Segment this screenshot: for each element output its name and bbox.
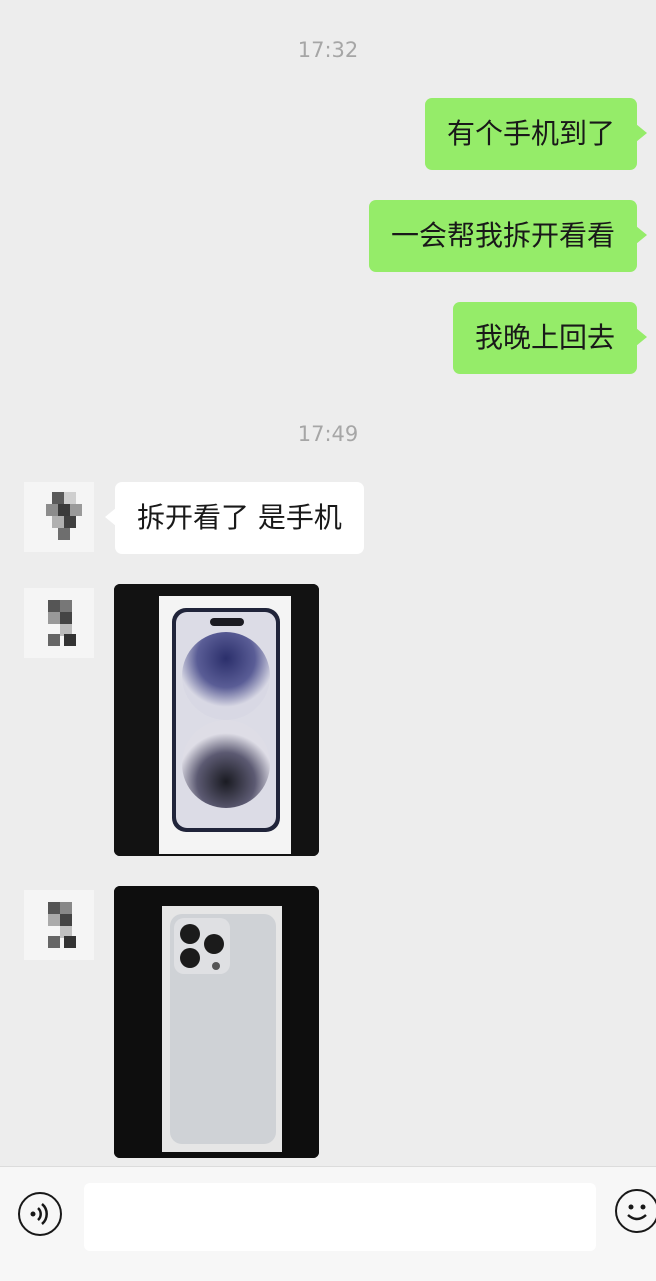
phone-back-icon [114,886,319,1158]
incoming-message[interactable]: 拆开看了 是手机 [105,482,364,554]
avatar[interactable] [24,588,94,658]
voice-icon[interactable] [18,1192,62,1236]
outgoing-message[interactable]: 一会帮我拆开看看 [368,200,648,272]
avatar[interactable] [24,890,94,960]
outgoing-message[interactable]: 有个手机到了 [424,98,648,170]
outgoing-message[interactable]: 我晚上回去 [452,302,648,374]
phone-box-front-icon [114,584,319,856]
avatar[interactable] [24,482,94,552]
phone-box-front-image[interactable] [114,584,319,856]
timestamp: 17:49 [297,422,359,446]
input-bar [0,1166,656,1281]
timestamp: 17:32 [297,38,359,62]
message-input[interactable] [84,1183,596,1251]
emoji-icon[interactable] [615,1189,656,1233]
phone-back-image[interactable] [114,886,319,1158]
